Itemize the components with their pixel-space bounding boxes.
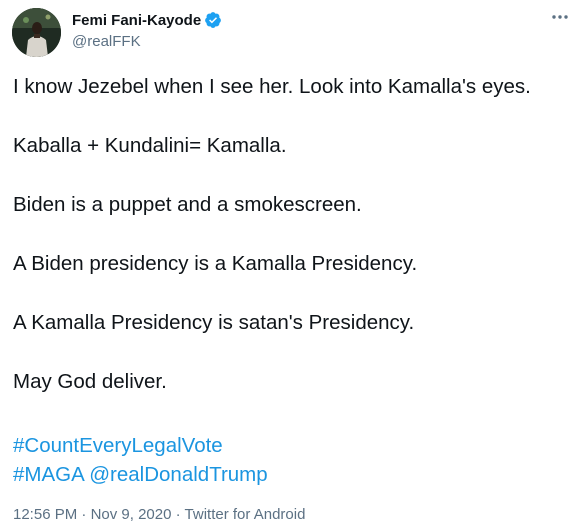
tweet-date[interactable]: Nov 9, 2020 xyxy=(91,506,172,523)
tweet-paragraph: A Kamalla Presidency is satan's Presiden… xyxy=(13,311,415,334)
tweet-time[interactable]: 12:56 PM xyxy=(13,506,77,523)
verified-badge-icon xyxy=(204,11,222,29)
avatar[interactable] xyxy=(12,8,61,57)
hashtag-link[interactable]: #CountEveryLegalVote xyxy=(13,434,223,457)
tweet-paragraph: I know Jezebel when I see her. Look into… xyxy=(13,75,531,98)
tweet-metadata: 12:56 PM · Nov 9, 2020 · Twitter for And… xyxy=(13,506,305,523)
separator: · xyxy=(175,506,181,523)
hashtag-link[interactable]: #MAGA xyxy=(13,463,85,486)
author-name-row[interactable]: Femi Fani-Kayode xyxy=(72,11,222,29)
tweet-text: I know Jezebel when I see her. Look into… xyxy=(13,74,578,428)
tweet-paragraph: Kaballa + Kundalini= Kamalla. xyxy=(13,134,287,157)
tweet-paragraph: Biden is a puppet and a smokescreen. xyxy=(13,193,362,216)
tweet-links: #CountEveryLegalVote #MAGA @realDonaldTr… xyxy=(13,431,268,489)
profile-photo xyxy=(12,8,61,57)
separator: · xyxy=(81,506,87,523)
tweet-paragraph: A Biden presidency is a Kamalla Presiden… xyxy=(13,252,418,275)
mention-link[interactable]: @realDonaldTrump xyxy=(89,463,267,486)
author-handle[interactable]: @realFFK xyxy=(72,33,141,50)
tweet-source[interactable]: Twitter for Android xyxy=(185,506,306,523)
tweet-card: Femi Fani-Kayode @realFFK I know Jezebel… xyxy=(0,0,583,532)
more-options-icon[interactable] xyxy=(545,6,575,28)
author-display-name[interactable]: Femi Fani-Kayode xyxy=(72,12,201,29)
tweet-paragraph: May God deliver. xyxy=(13,370,167,393)
